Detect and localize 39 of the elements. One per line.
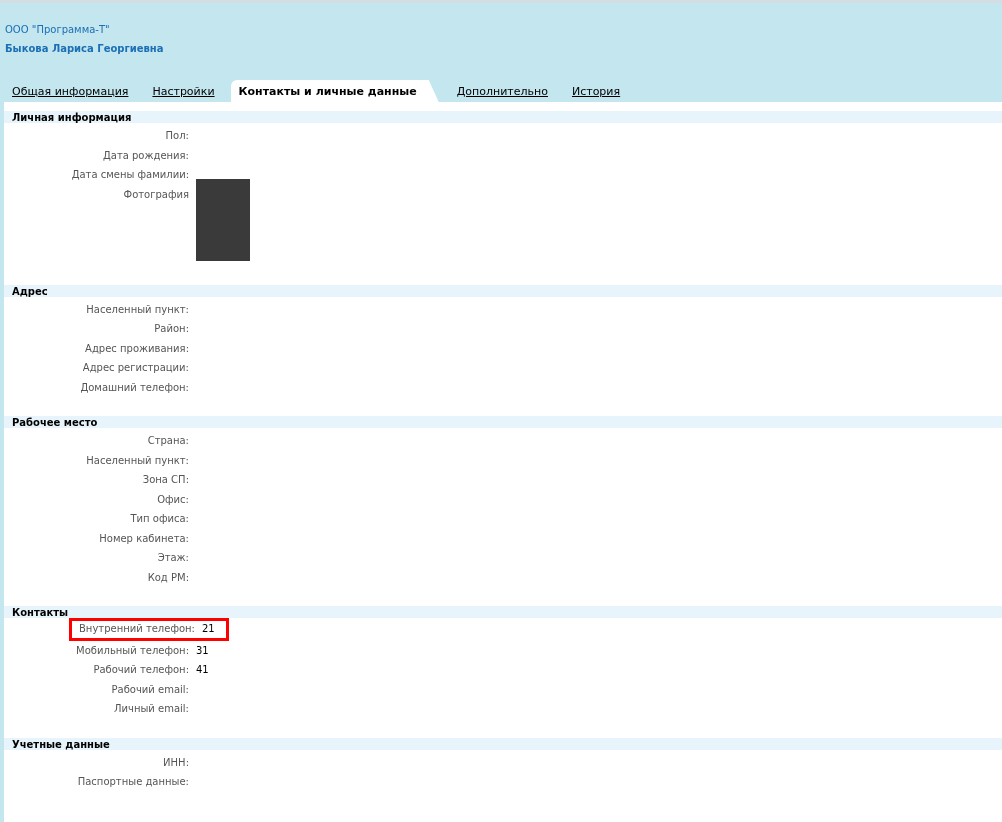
field-label: Фотография: [123, 187, 189, 202]
tab[interactable]: Контакты и личные данные: [230, 80, 439, 102]
field-label: Тип офиса:: [130, 512, 189, 526]
field-value: 31: [196, 643, 210, 658]
field-label: Дата смены фамилии:: [71, 168, 189, 182]
field-label: Страна:: [147, 434, 189, 448]
field-value: 21: [202, 622, 216, 636]
field-label: Зона СП:: [142, 473, 189, 487]
field-label: Адрес регистрации:: [82, 361, 189, 375]
section-heading: Рабочее место: [4, 416, 1002, 428]
person-name: Быкова Лариса Георгиевна: [5, 43, 164, 54]
field-label: Рабочий телефон:: [93, 663, 189, 677]
field-label: Этаж:: [157, 551, 189, 565]
section-heading: Адрес: [4, 284, 1002, 297]
tab[interactable]: Общая информация: [4, 80, 141, 102]
tab[interactable]: Дополнительно: [448, 80, 560, 102]
tab[interactable]: Настройки: [144, 80, 227, 102]
field-label: Населенный пункт:: [86, 453, 189, 468]
field-label: Пол:: [165, 129, 189, 143]
section-heading: Личная информация: [4, 111, 1002, 123]
company-name: ООО "Программа-Т": [5, 24, 110, 35]
tab[interactable]: История: [563, 80, 633, 102]
field-label: Офис:: [157, 492, 189, 507]
field-label: Домашний телефон:: [80, 380, 189, 395]
field-label: ИНН:: [163, 755, 189, 770]
field-label: Внутренний телефон:: [79, 622, 195, 636]
field-label: Личный email:: [114, 702, 189, 716]
field-label: Рабочий email:: [111, 682, 189, 697]
field-label: Мобильный телефон:: [76, 643, 189, 658]
field-label: Номер кабинета:: [99, 531, 189, 546]
field-label: Адрес проживания:: [85, 341, 189, 356]
section-heading: Учетные данные: [4, 737, 1002, 750]
field-label: Код РМ:: [147, 570, 189, 585]
field-value: 41: [196, 663, 210, 677]
section-heading: Контакты: [4, 606, 1002, 618]
field-label: Паспортные данные:: [77, 775, 189, 789]
field-label: Дата рождения:: [102, 148, 189, 163]
field-label: Район:: [154, 322, 189, 336]
field-label: Населенный пункт:: [86, 302, 189, 317]
